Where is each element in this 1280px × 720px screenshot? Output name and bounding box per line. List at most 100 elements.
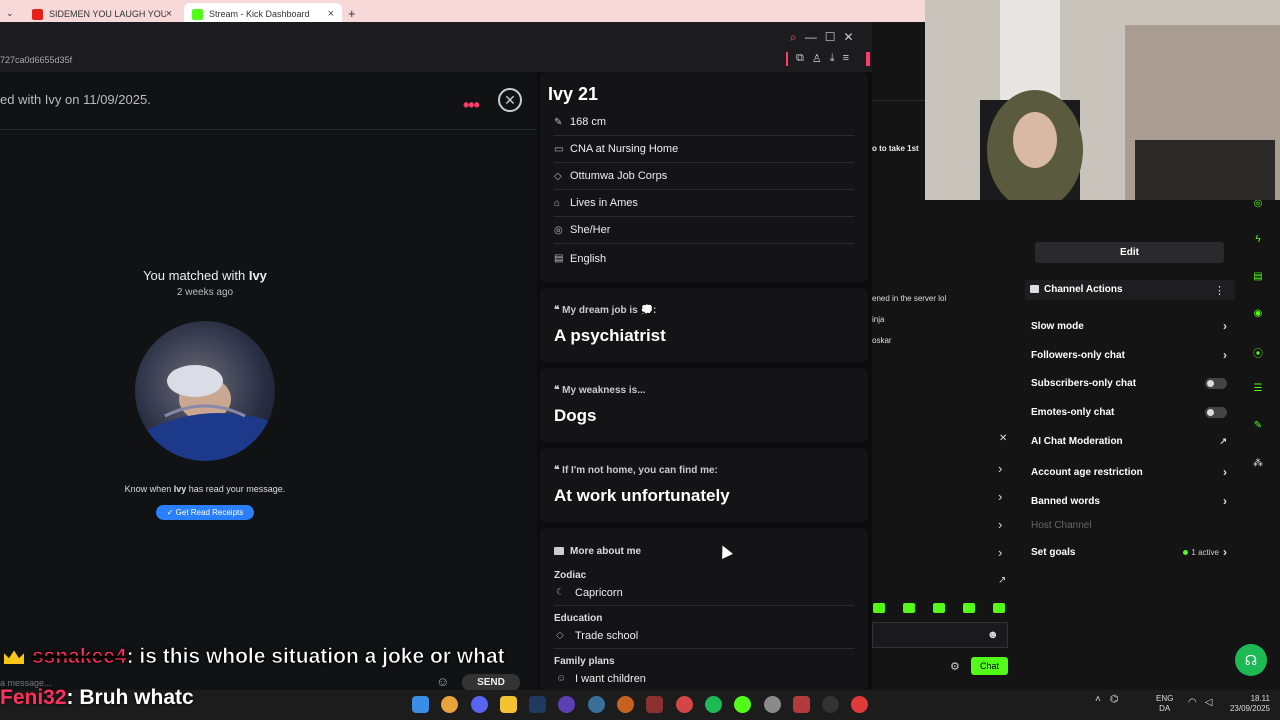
get-read-receipts-button[interactable]: ✓ Get Read Receipts: [156, 505, 254, 520]
extensions-icon[interactable]: ⧉: [796, 52, 804, 65]
emote-icon[interactable]: [933, 603, 945, 613]
prompt-question-text: My dream job is 💭:: [562, 305, 657, 316]
lightning-icon[interactable]: ϟ: [1250, 234, 1266, 250]
emote-icon[interactable]: [963, 603, 975, 613]
camera-icon[interactable]: ◎: [1250, 198, 1266, 214]
emote-icon[interactable]: [873, 603, 885, 613]
more-vertical-icon[interactable]: ⋮: [1214, 284, 1225, 297]
discord-icon[interactable]: [471, 696, 488, 713]
close-icon[interactable]: ✕: [844, 30, 854, 45]
windows-start-icon[interactable]: [412, 696, 429, 713]
vscode-icon[interactable]: [529, 696, 546, 713]
opera-icon[interactable]: [851, 696, 868, 713]
file-explorer-icon[interactable]: [500, 696, 517, 713]
matched-prefix: You matched with: [143, 268, 246, 283]
emote-icon[interactable]: [903, 603, 915, 613]
tab-close-icon[interactable]: ×: [166, 8, 172, 20]
minimize-icon[interactable]: —: [805, 30, 817, 45]
app-icon[interactable]: [617, 696, 634, 713]
chrome-icon[interactable]: [441, 696, 458, 713]
emotes-only-toggle[interactable]: [1205, 407, 1227, 418]
obs-icon[interactable]: [822, 696, 839, 713]
action-label: AI Chat Moderation: [1031, 436, 1123, 447]
language-icon: ▤: [554, 253, 564, 264]
chevron-up-icon[interactable]: ˄: [1095, 694, 1101, 705]
set-goals-item[interactable]: Set goals 1 active ›: [1031, 545, 1227, 559]
zodiac-value: Capricorn: [575, 587, 623, 599]
gear-icon[interactable]: ⚙: [950, 660, 960, 673]
account-age-item[interactable]: Account age restriction ›: [1031, 465, 1227, 479]
action-label: Slow mode: [1031, 320, 1084, 332]
app-icon[interactable]: [793, 696, 810, 713]
search-icon[interactable]: ⌕: [790, 30, 797, 45]
spotify-icon[interactable]: [705, 696, 722, 713]
tab-label: SIDEMEN YOU LAUGH YOU LOSE: [49, 9, 166, 19]
apps-icon[interactable]: ⁂: [1250, 458, 1266, 474]
action-label: Set goals: [1031, 546, 1076, 558]
action-label: Subscribers-only chat: [1031, 378, 1137, 389]
chevron-right-icon[interactable]: ›: [998, 545, 1002, 560]
dots-horizontal-icon[interactable]: •••: [463, 95, 480, 116]
document-icon[interactable]: ▤: [1250, 271, 1266, 287]
info-text: English: [570, 252, 607, 265]
info-text: CNA at Nursing Home: [570, 143, 679, 155]
close-icon[interactable]: ✕: [999, 433, 1007, 444]
chat-send-button[interactable]: Chat: [971, 657, 1008, 675]
chevron-right-icon[interactable]: ›: [998, 489, 1002, 504]
broadcast-icon[interactable]: ⦿: [1250, 345, 1266, 361]
emoji-icon[interactable]: ☻: [987, 629, 999, 641]
network-icon[interactable]: ⌬: [1110, 694, 1119, 705]
quote-icon: ❝: [554, 465, 560, 476]
maximize-icon[interactable]: ☐: [825, 30, 836, 45]
info-text: 168 cm: [570, 116, 607, 128]
wifi-icon[interactable]: ◠: [1188, 697, 1197, 708]
followers-only-item[interactable]: Followers-only chat ›: [1031, 348, 1227, 362]
profile-icon[interactable]: ♙: [812, 52, 822, 65]
new-tab-button[interactable]: +: [348, 6, 356, 21]
kick-app-icon[interactable]: [734, 696, 751, 713]
system-tray: ˄ ⌬: [1095, 694, 1119, 705]
support-button[interactable]: ☊: [1235, 644, 1267, 676]
tab-list-chevron-icon[interactable]: ⌄: [6, 8, 14, 19]
chat-bubble-icon[interactable]: ◉: [1250, 308, 1266, 324]
match-date-text: ed with Ivy on 11/09/2025.: [0, 92, 151, 107]
emoji-icon[interactable]: ☺: [436, 674, 449, 689]
banned-words-item[interactable]: Banned words ›: [1031, 494, 1227, 508]
info-text: Lives in Ames: [570, 197, 638, 209]
youtube-icon: [32, 8, 43, 20]
download-icon[interactable]: ⤓: [830, 52, 835, 65]
chat-text: : Bruh whatc: [66, 686, 194, 709]
volume-icon[interactable]: ◁: [1205, 697, 1213, 708]
chevron-right-icon[interactable]: ›: [998, 517, 1002, 532]
layout-icon[interactable]: ☰: [1250, 383, 1266, 399]
quote-icon: ❝: [554, 305, 560, 316]
emote-icon[interactable]: [993, 603, 1005, 613]
chrome-profile-icon[interactable]: [676, 696, 693, 713]
ai-moderation-item[interactable]: AI Chat Moderation ↗: [1031, 436, 1227, 447]
clock[interactable]: 18.11 23/09/2025: [1218, 694, 1270, 714]
subscribers-only-toggle[interactable]: [1205, 378, 1227, 389]
action-label: Emotes-only chat: [1031, 407, 1115, 418]
chevron-right-icon[interactable]: ›: [998, 461, 1002, 476]
popout-icon[interactable]: ↗: [998, 575, 1006, 586]
close-circle-icon[interactable]: ✕: [498, 88, 522, 112]
family-plans-value: I want children: [575, 673, 646, 685]
action-label: Followers-only chat: [1031, 349, 1125, 361]
menu-icon[interactable]: ≡: [843, 52, 849, 65]
wrench-icon[interactable]: ✎: [1250, 420, 1266, 436]
edit-button[interactable]: Edit: [1035, 242, 1224, 263]
settings-icon[interactable]: [764, 696, 781, 713]
chevron-right-icon: ›: [1223, 465, 1227, 479]
app-icon[interactable]: [646, 696, 663, 713]
app-toolbar: ⧉ ♙ ⤓ ≡: [796, 52, 849, 65]
accent-bar: [866, 52, 870, 66]
language-indicator[interactable]: ENG DA: [1156, 694, 1173, 714]
slow-mode-item[interactable]: Slow mode ›: [1031, 319, 1227, 333]
kick-chat-line: ened in the server lol: [872, 294, 947, 303]
tab-close-icon[interactable]: ×: [328, 8, 334, 20]
prompt-question: ❝ My dream job is 💭:: [554, 305, 656, 316]
app-icon[interactable]: [588, 696, 605, 713]
avatar[interactable]: [135, 321, 275, 461]
send-button[interactable]: SEND: [462, 674, 520, 691]
headphones-icon[interactable]: [558, 696, 575, 713]
